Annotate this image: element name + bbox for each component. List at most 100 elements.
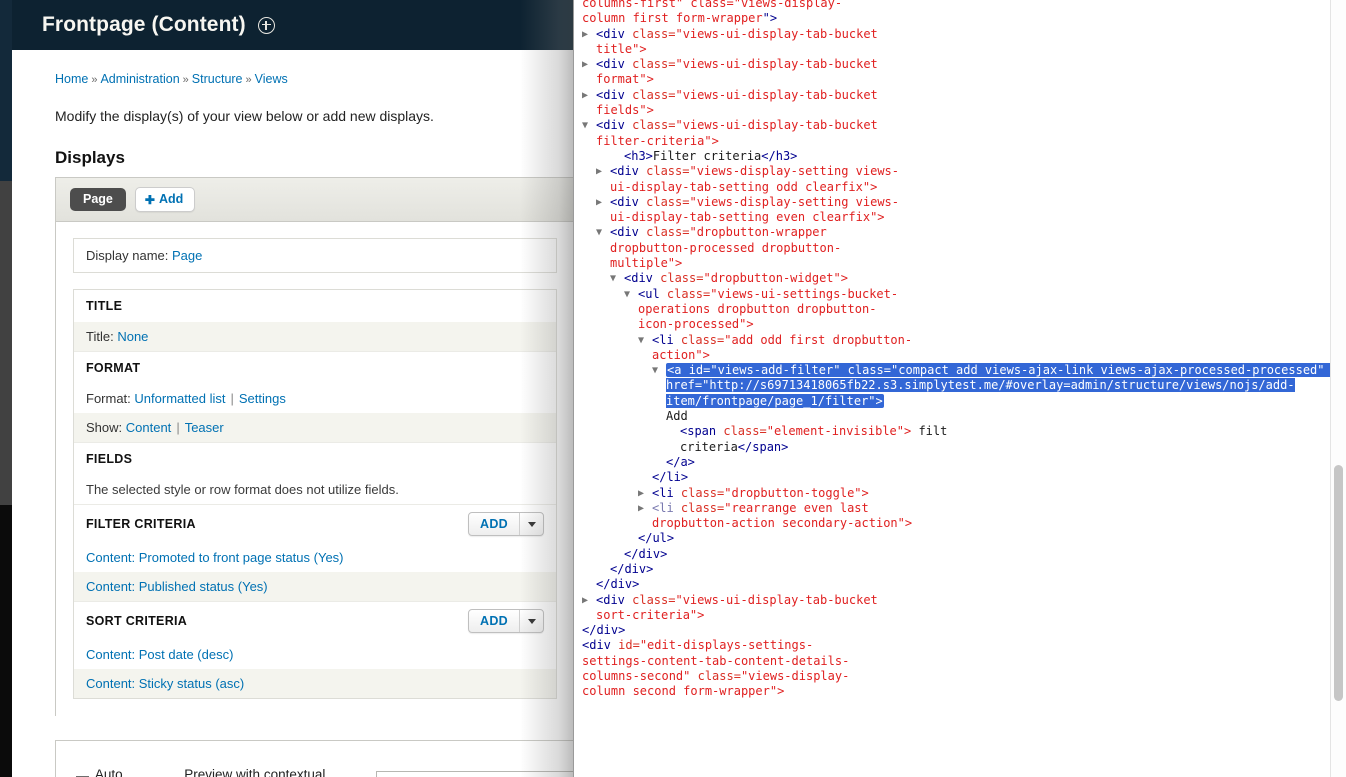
dom-line[interactable]: ▶ <div class="views-ui-display-tab-bucket: [574, 593, 1334, 608]
dom-line[interactable]: <h3>Filter criteria</h3>: [574, 149, 1334, 164]
tab-page[interactable]: Page: [70, 187, 126, 212]
circled-plus-icon[interactable]: [257, 16, 275, 34]
contextual-filters-input[interactable]: [375, 770, 574, 777]
sort-criteria-dropbutton[interactable]: Add: [468, 609, 544, 633]
row-link-format-style[interactable]: Unformatted list: [134, 391, 225, 406]
inspector-scrollbar-track[interactable]: [1330, 0, 1346, 777]
disclosure-triangle-collapsed-icon[interactable]: ▶: [582, 57, 596, 72]
add-filter-button[interactable]: Add: [469, 513, 519, 535]
dom-line[interactable]: settings-content-tab-content-details-: [574, 654, 1334, 669]
selected-dom-node: <a id="views-add-filter" class="compact …: [666, 363, 1332, 408]
sort-item-post-date[interactable]: Content: Post date (desc): [86, 647, 233, 662]
add-display-button[interactable]: ✚ Add: [134, 187, 196, 212]
dom-line[interactable]: format">: [574, 72, 1334, 87]
dom-line[interactable]: </div>: [574, 547, 1334, 562]
dom-line[interactable]: Add: [574, 409, 1334, 424]
dom-line[interactable]: ▶ <div class="views-display-setting views…: [574, 164, 1334, 179]
sort-item-sticky-status[interactable]: Content: Sticky status (asc): [86, 676, 244, 691]
row-link-format-settings[interactable]: Settings: [239, 391, 286, 406]
dom-line[interactable]: column first form-wrapper">: [574, 11, 1334, 26]
dom-line[interactable]: title">: [574, 42, 1334, 57]
sort-dropbutton-toggle[interactable]: [519, 610, 543, 632]
dom-line[interactable]: ui-display-tab-setting odd clearfix">: [574, 180, 1334, 195]
disclosure-triangle-expanded-icon[interactable]: ▼: [652, 363, 666, 378]
disclosure-triangle-collapsed-icon[interactable]: ▶: [574, 638, 582, 653]
dom-token-at: class=: [666, 286, 711, 301]
disclosure-triangle-collapsed-icon[interactable]: ▶: [638, 486, 652, 501]
dom-line[interactable]: operations dropbutton dropbutton-: [574, 302, 1334, 317]
displays-panel: Page ✚ Add Display name: Page TITLE Titl…: [55, 177, 574, 716]
dom-line[interactable]: dropbutton-action secondary-action">: [574, 516, 1334, 531]
dom-token-tg: </a>: [666, 454, 695, 469]
display-name-value-link[interactable]: Page: [172, 248, 202, 263]
dom-token-av: "views-ui-display-tab-bucket: [675, 87, 878, 102]
dom-line[interactable]: filter-criteria">: [574, 134, 1334, 149]
disclosure-triangle-collapsed-icon[interactable]: ▶: [582, 88, 596, 103]
dom-line[interactable]: ▼ <a id="views-add-filter" class="compact…: [574, 363, 1334, 409]
disclosure-triangle-expanded-icon[interactable]: ▼: [596, 225, 610, 240]
inspector-scrollbar-thumb[interactable]: [1334, 465, 1343, 701]
row-link-show-content[interactable]: Content: [126, 420, 172, 435]
dom-line[interactable]: ▶ <div class="views-ui-display-tab-bucket: [574, 27, 1334, 42]
dom-line[interactable]: ▶ <div class="views-ui-display-tab-bucket: [574, 57, 1334, 72]
dom-line[interactable]: ▶<div id="edit-displays-settings-: [574, 638, 1334, 653]
dom-line[interactable]: ▼ <ul class="views-ui-settings-bucket-: [574, 287, 1334, 302]
dom-token-tg: <div: [596, 118, 633, 133]
dom-line[interactable]: </li>: [574, 470, 1334, 485]
dom-token-at: class=: [660, 271, 704, 286]
disclosure-triangle-collapsed-icon[interactable]: ▶: [596, 195, 610, 210]
dom-line[interactable]: ▼ <div class="views-ui-display-tab-bucket: [574, 118, 1334, 133]
dom-line[interactable]: </div>: [574, 577, 1334, 592]
dom-line[interactable]: ▼ <div class="dropbutton-wrapper: [574, 225, 1334, 240]
filter-item-promoted[interactable]: Content: Promoted to front page status (…: [86, 550, 344, 565]
disclosure-triangle-collapsed-icon[interactable]: ▶: [582, 27, 596, 42]
add-sort-button[interactable]: Add: [469, 610, 519, 632]
dom-line[interactable]: action">: [574, 348, 1334, 363]
breadcrumb-item-home[interactable]: Home: [55, 72, 88, 86]
dom-line[interactable]: criteria</span>: [574, 440, 1334, 455]
dom-line[interactable]: sort-criteria">: [574, 608, 1334, 623]
dom-line[interactable]: </div>: [574, 623, 1334, 638]
disclosure-triangle-expanded-icon[interactable]: ▼: [624, 287, 638, 302]
dom-line[interactable]: ▶ <div class="views-ui-display-tab-bucket: [574, 88, 1334, 103]
disclosure-triangle-collapsed-icon[interactable]: ▶: [582, 593, 596, 608]
dom-line[interactable]: ui-display-tab-setting even clearfix">: [574, 210, 1334, 225]
dom-token-at: class=: [646, 164, 690, 179]
dom-line[interactable]: </a>: [574, 455, 1334, 470]
disclosure-triangle-expanded-icon[interactable]: ▼: [582, 118, 596, 133]
dom-line[interactable]: ▼ <li class="add odd first dropbutton-: [574, 333, 1334, 348]
dom-token-tg: </ul>: [638, 531, 675, 546]
dom-line[interactable]: </div>: [574, 562, 1334, 577]
dom-line[interactable]: ▶ <li class="dropbutton-toggle">: [574, 486, 1334, 501]
disclosure-triangle-expanded-icon[interactable]: ▼: [638, 333, 652, 348]
dom-line[interactable]: icon-processed">: [574, 317, 1334, 332]
dom-line[interactable]: columns-second" class="views-display-: [574, 669, 1334, 684]
row-link-show-teaser[interactable]: Teaser: [185, 420, 224, 435]
dom-line[interactable]: <span class="element-invisible"> filt: [574, 424, 1334, 439]
dom-token-av: format">: [596, 72, 654, 87]
dom-line[interactable]: </ul>: [574, 531, 1334, 546]
dom-token-at: class=: [632, 87, 676, 102]
filter-item-published[interactable]: Content: Published status (Yes): [86, 579, 268, 594]
breadcrumb-item-administration[interactable]: Administration: [100, 72, 179, 86]
breadcrumb-item-structure[interactable]: Structure: [192, 72, 243, 86]
row-link-title-none[interactable]: None: [117, 329, 148, 344]
dom-line[interactable]: ▶ <div class="views-display-setting views…: [574, 195, 1334, 210]
table-row: Title: None: [74, 322, 556, 351]
filter-dropbutton-toggle[interactable]: [519, 513, 543, 535]
dom-line[interactable]: fields">: [574, 103, 1334, 118]
overlay-clip-edge: [573, 0, 574, 777]
disclosure-triangle-collapsed-icon[interactable]: ▶: [596, 164, 610, 179]
breadcrumb-item-views[interactable]: Views: [255, 72, 288, 86]
dom-line[interactable]: multiple">: [574, 256, 1334, 271]
dom-line[interactable]: ▶ <li class="rearrange even last: [574, 501, 1334, 516]
dom-line[interactable]: ▼ <div class="dropbutton-widget">: [574, 271, 1334, 286]
dom-line[interactable]: column second form-wrapper">: [574, 684, 1334, 699]
dom-line[interactable]: columns-first" class="views-display-: [574, 0, 1334, 11]
filter-criteria-dropbutton[interactable]: Add: [468, 512, 544, 536]
disclosure-triangle-expanded-icon[interactable]: ▼: [610, 271, 624, 286]
disclosure-triangle-collapsed-icon[interactable]: ▶: [638, 501, 652, 516]
dom-tree-code[interactable]: columns-first" class="views-display- col…: [574, 0, 1334, 700]
dom-line[interactable]: dropbutton-processed dropbutton-: [574, 241, 1334, 256]
